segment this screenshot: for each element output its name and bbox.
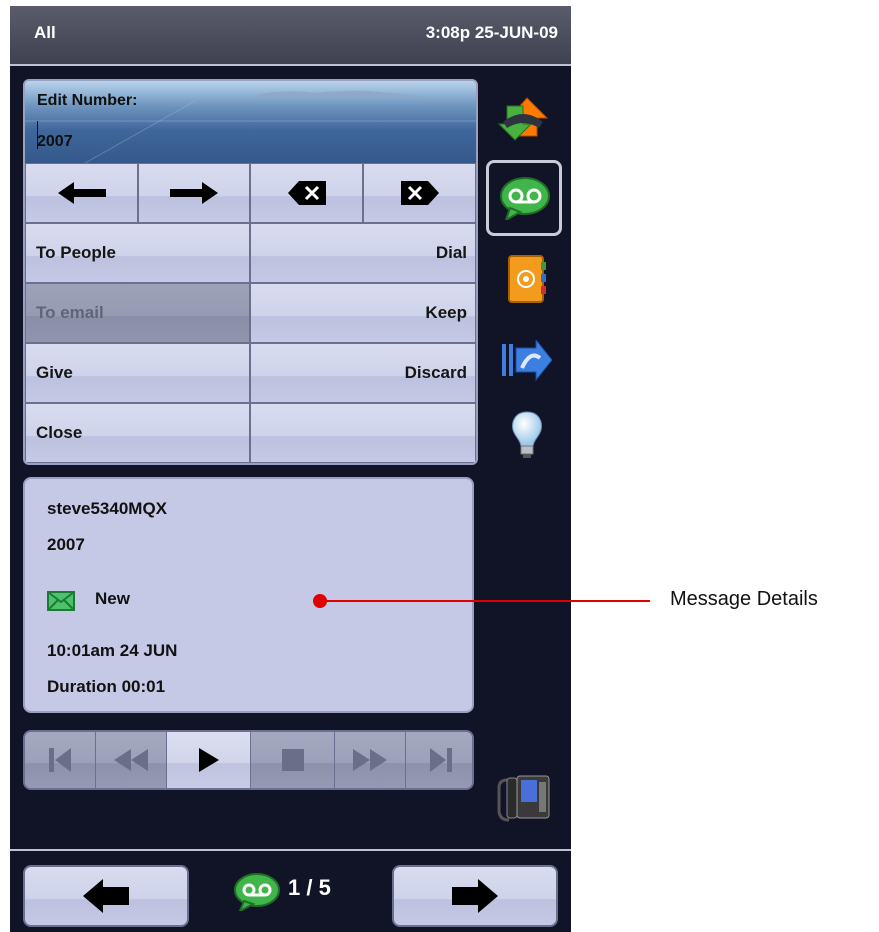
close-button[interactable]: Close — [25, 403, 250, 463]
to-email-button[interactable]: To email — [25, 283, 250, 343]
call-transfer-icon[interactable] — [497, 96, 551, 142]
skip-end-icon — [430, 748, 452, 772]
skip-start-button[interactable] — [25, 732, 96, 788]
callout-dot — [313, 594, 327, 608]
envelope-icon — [47, 591, 75, 611]
to-people-button[interactable]: To People — [25, 223, 250, 283]
dial-label: Dial — [435, 243, 467, 262]
edit-panel: Edit Number: 2007 To People Dial To emai… — [23, 79, 478, 465]
callout-line — [320, 600, 650, 602]
edit-number-field[interactable]: 2007 — [37, 133, 73, 151]
close-label: Close — [36, 423, 83, 442]
give-button[interactable]: Give — [25, 343, 250, 403]
phone-screen: All 3:08p 25-JUN-09 Edit Number: 2007 To… — [10, 6, 571, 932]
keep-button[interactable]: Keep — [250, 283, 476, 343]
message-duration: Duration 00:01 — [47, 677, 166, 696]
give-label: Give — [36, 363, 73, 382]
discard-button[interactable]: Discard — [250, 343, 476, 403]
datetime: 3:08p 25-JUN-09 — [425, 23, 558, 42]
arrow-left-icon — [57, 182, 106, 204]
status-bar: All 3:08p 25-JUN-09 — [10, 6, 571, 66]
lightbulb-icon[interactable] — [509, 410, 545, 460]
forward-call-icon[interactable] — [500, 340, 552, 382]
cursor-right-button[interactable] — [138, 163, 250, 223]
voicemail-icon[interactable] — [500, 176, 550, 220]
backspace-icon — [287, 181, 326, 205]
next-message-button[interactable] — [392, 865, 558, 927]
arrow-right-icon — [452, 879, 498, 913]
rewind-icon — [114, 749, 148, 771]
to-people-label: To People — [36, 243, 116, 262]
empty-action-button — [250, 403, 476, 463]
message-details-panel: steve5340MQX 2007 New 10:01am 24 JUN Dur… — [23, 477, 474, 713]
play-icon — [198, 748, 219, 772]
bottom-nav-bar: 1 / 5 — [10, 849, 571, 932]
delete-icon — [400, 181, 439, 205]
keep-label: Keep — [425, 303, 467, 322]
edit-number-label: Edit Number: — [37, 92, 138, 109]
discard-label: Discard — [404, 363, 467, 382]
message-pager: 1 / 5 — [288, 875, 331, 900]
previous-message-button[interactable] — [23, 865, 189, 927]
stop-icon — [281, 749, 304, 771]
address-book-icon[interactable] — [507, 254, 547, 304]
playback-controls — [23, 730, 474, 790]
fast-forward-icon — [353, 749, 387, 771]
arrow-right-icon — [170, 182, 218, 204]
stop-button[interactable] — [251, 732, 335, 788]
arrow-left-icon — [83, 879, 129, 913]
to-email-label: To email — [36, 303, 104, 322]
skip-start-icon — [49, 748, 71, 772]
message-status: New — [95, 589, 130, 608]
callout-label: Message Details — [670, 588, 818, 610]
message-sender: steve5340MQX — [47, 499, 168, 518]
filter-label[interactable]: All — [34, 23, 56, 43]
skip-end-button[interactable] — [406, 732, 472, 788]
dial-button[interactable]: Dial — [250, 223, 476, 283]
delete-button[interactable] — [363, 163, 476, 223]
desk-phone-icon[interactable] — [497, 774, 553, 826]
play-button[interactable] — [167, 732, 251, 788]
voicemail-icon — [234, 873, 280, 911]
cursor-left-button[interactable] — [25, 163, 138, 223]
message-received-time: 10:01am 24 JUN — [47, 641, 178, 660]
backspace-button[interactable] — [250, 163, 363, 223]
message-number: 2007 — [47, 535, 85, 554]
fast-forward-button[interactable] — [335, 732, 406, 788]
rewind-button[interactable] — [96, 732, 167, 788]
